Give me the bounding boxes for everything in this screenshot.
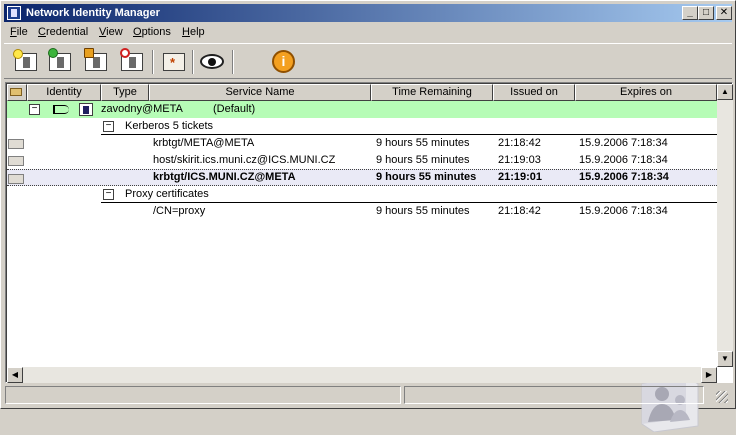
star-icon bbox=[13, 49, 23, 59]
main-window: Network Identity Manager _ □ ✕ File Crede… bbox=[0, 0, 736, 433]
credential-row[interactable]: /CN=proxy 9 hours 55 minutes 21:18:42 15.9.… bbox=[7, 203, 717, 220]
horizontal-scrollbar[interactable]: ◀ ▶ bbox=[7, 367, 717, 383]
title-bar[interactable]: Network Identity Manager _ □ ✕ bbox=[4, 4, 732, 22]
issued-on: 21:18:42 bbox=[498, 137, 541, 149]
refresh-icon bbox=[48, 48, 58, 58]
identity-default-badge: (Default) bbox=[213, 103, 256, 115]
scroll-down-button[interactable]: ▼ bbox=[717, 351, 733, 367]
no-entry-icon bbox=[120, 48, 130, 58]
eye-icon bbox=[200, 54, 224, 69]
toolbar-separator bbox=[232, 50, 234, 74]
expires-on: 15.9.2006 7:18:34 bbox=[579, 171, 669, 183]
header-flag[interactable] bbox=[7, 84, 27, 101]
menu-label-rest: elp bbox=[189, 26, 205, 38]
menu-options[interactable]: Options bbox=[133, 26, 171, 38]
app-icon[interactable] bbox=[7, 6, 21, 20]
credential-row[interactable]: host/skirit.ics.muni.cz@ICS.MUNI.CZ 9 hou… bbox=[7, 152, 717, 169]
service-name: host/skirit.ics.muni.cz@ICS.MUNI.CZ bbox=[153, 154, 336, 166]
expires-on: 15.9.2006 7:18:34 bbox=[579, 137, 668, 149]
flag-icon bbox=[10, 88, 22, 96]
column-header-expires-on[interactable]: Expires on bbox=[575, 84, 717, 101]
minimize-button[interactable]: _ bbox=[682, 6, 698, 20]
toolbar-separator bbox=[192, 50, 194, 74]
credentials-list[interactable]: Identity Type Service Name Time Remaining Is… bbox=[5, 82, 733, 433]
info-icon: i bbox=[272, 50, 295, 73]
identity-row[interactable]: − zavodny@META (Default) bbox=[7, 101, 717, 118]
group-collapse-button[interactable]: − bbox=[103, 189, 114, 200]
menu-credential[interactable]: Credential bbox=[38, 26, 88, 38]
service-name: krbtgt/META@META bbox=[153, 137, 255, 149]
column-header-issued-on[interactable]: Issued on bbox=[493, 84, 575, 101]
row-flag-icon bbox=[8, 174, 24, 184]
about-button[interactable]: i bbox=[270, 48, 298, 76]
service-name: /CN=proxy bbox=[153, 205, 206, 217]
row-flag-icon bbox=[8, 139, 24, 149]
group-label: Proxy certificates bbox=[125, 188, 209, 200]
menu-file[interactable]: File bbox=[10, 26, 28, 38]
menu-label-rest: ptions bbox=[141, 26, 171, 38]
menu-label-rest: ile bbox=[16, 26, 28, 38]
menu-label-rest: iew bbox=[106, 26, 123, 38]
group-label: Kerberos 5 tickets bbox=[125, 120, 214, 132]
row-flag-icon bbox=[8, 156, 24, 166]
destroy-credentials-button[interactable] bbox=[118, 48, 146, 76]
close-button[interactable]: ✕ bbox=[716, 6, 732, 20]
show-passwords-button[interactable] bbox=[198, 48, 226, 76]
issued-on: 21:19:03 bbox=[498, 154, 541, 166]
expires-on: 15.9.2006 7:18:34 bbox=[579, 205, 668, 217]
window-title: Network Identity Manager bbox=[26, 7, 160, 19]
change-password-button[interactable]: * bbox=[160, 48, 188, 76]
time-remaining: 9 hours 55 minutes bbox=[376, 205, 470, 217]
credential-type-group[interactable]: − Proxy certificates bbox=[7, 186, 717, 203]
list-header: Identity Type Service Name Time Remaining Is… bbox=[7, 84, 717, 101]
maximize-button[interactable]: □ bbox=[698, 6, 714, 20]
status-bar bbox=[4, 385, 732, 405]
status-panel bbox=[404, 386, 704, 404]
identity-name: zavodny@META bbox=[101, 103, 183, 115]
expires-on: 15.9.2006 7:18:34 bbox=[579, 154, 668, 166]
menu-bar: File Credential View Options Help bbox=[4, 23, 732, 42]
toolbar-separator bbox=[152, 50, 154, 74]
menu-accelerator: C bbox=[38, 26, 46, 38]
issued-on: 21:18:42 bbox=[498, 205, 541, 217]
arrow-icon bbox=[84, 48, 94, 58]
scroll-left-button[interactable]: ◀ bbox=[7, 367, 23, 383]
time-remaining: 9 hours 55 minutes bbox=[376, 171, 477, 183]
service-name: krbtgt/ICS.MUNI.CZ@META bbox=[153, 171, 296, 183]
toolbar: * i bbox=[4, 43, 732, 79]
column-header-identity[interactable]: Identity bbox=[27, 84, 101, 101]
group-collapse-button[interactable]: − bbox=[103, 121, 114, 132]
resize-grip-icon[interactable] bbox=[716, 391, 728, 403]
scroll-up-button[interactable]: ▲ bbox=[717, 84, 733, 100]
column-header-service-name[interactable]: Service Name bbox=[149, 84, 371, 101]
column-header-time-remaining[interactable]: Time Remaining bbox=[371, 84, 493, 101]
menu-accelerator: H bbox=[182, 26, 190, 38]
menu-accelerator: O bbox=[133, 26, 142, 38]
vertical-scrollbar[interactable]: ▲ ▼ bbox=[717, 84, 733, 367]
status-panel bbox=[5, 386, 401, 404]
issued-on: 21:19:01 bbox=[498, 171, 543, 183]
credential-type-group[interactable]: − Kerberos 5 tickets bbox=[7, 118, 717, 135]
menu-help[interactable]: Help bbox=[182, 26, 205, 38]
credential-row[interactable]: krbtgt/ICS.MUNI.CZ@META 9 hours 55 minute… bbox=[7, 169, 717, 186]
identity-collapse-button[interactable]: − bbox=[29, 104, 40, 115]
menu-accelerator: F bbox=[10, 26, 17, 38]
asterisk-icon: * bbox=[170, 55, 176, 70]
import-credentials-button[interactable] bbox=[82, 48, 110, 76]
menu-view[interactable]: View bbox=[99, 26, 123, 38]
time-remaining: 9 hours 55 minutes bbox=[376, 137, 470, 149]
scroll-right-button[interactable]: ▶ bbox=[701, 367, 717, 383]
identity-icon bbox=[79, 103, 93, 116]
column-header-type[interactable]: Type bbox=[101, 84, 149, 101]
credential-row[interactable]: krbtgt/META@META 9 hours 55 minutes 21:18:… bbox=[7, 135, 717, 152]
new-credentials-button[interactable] bbox=[12, 48, 40, 76]
renew-credentials-button[interactable] bbox=[46, 48, 74, 76]
menu-label-rest: redential bbox=[45, 26, 89, 38]
plug-icon bbox=[53, 105, 69, 114]
time-remaining: 9 hours 55 minutes bbox=[376, 154, 470, 166]
